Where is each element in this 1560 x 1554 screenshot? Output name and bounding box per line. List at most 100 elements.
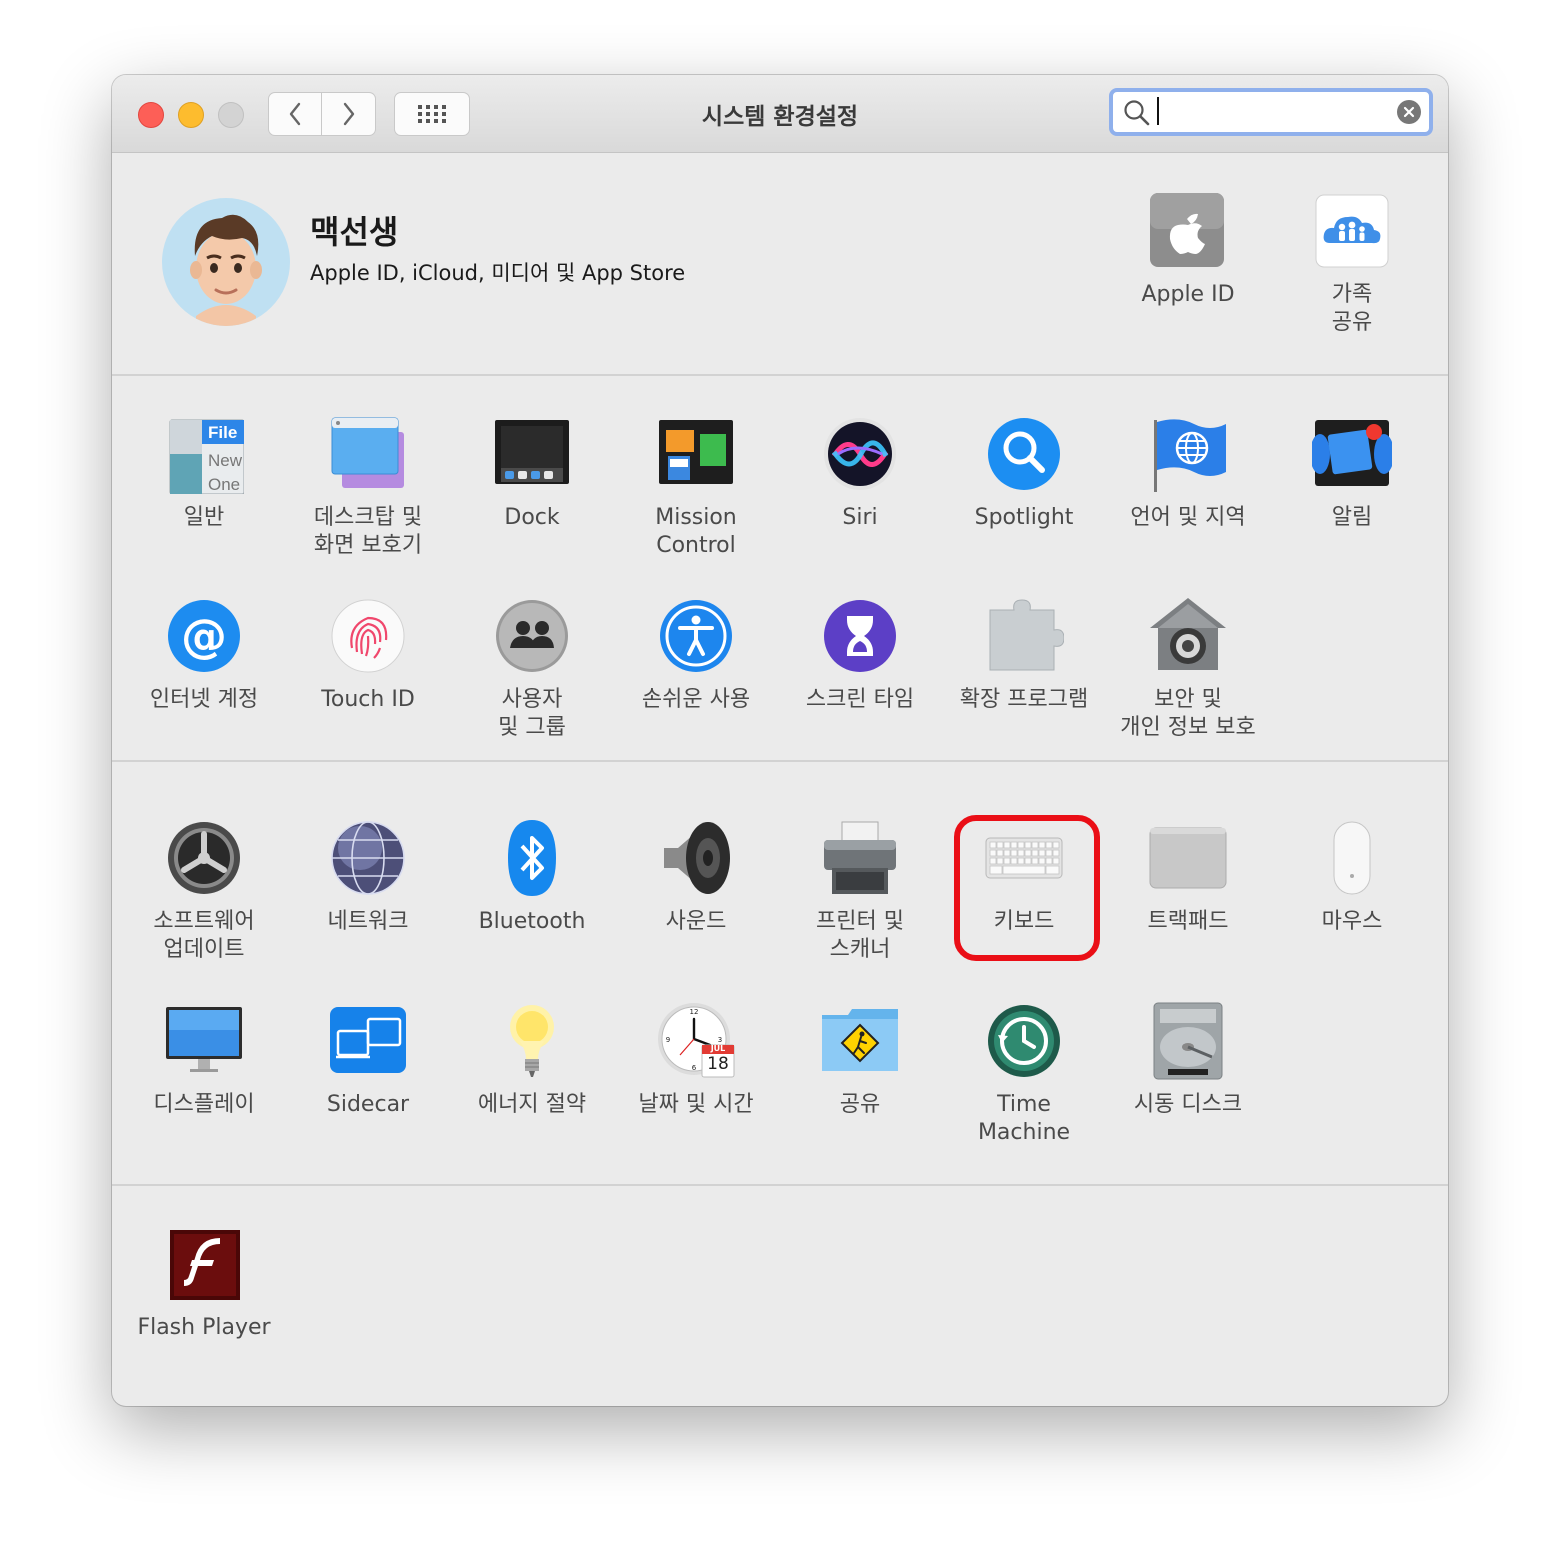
pane-label: 데스크탑 및 화면 보호기 [313, 505, 423, 558]
pane-users-groups[interactable]: 사용자 및 그룹 [450, 596, 614, 742]
pane-label: 일반 [183, 505, 225, 530]
pane-label: 트랙패드 [1147, 909, 1229, 934]
pane-displays[interactable]: 디스플레이 [122, 1001, 286, 1119]
pane-label: 스크린 타임 [805, 687, 915, 712]
back-button[interactable] [268, 92, 322, 136]
pane-notifications[interactable]: 알림 [1270, 414, 1434, 532]
pane-label: 보안 및 개인 정보 보호 [1120, 687, 1256, 740]
text-cursor [1157, 97, 1159, 125]
pane-label: 에너지 절약 [477, 1092, 587, 1117]
pane-bluetooth[interactable]: Bluetooth [450, 818, 614, 936]
pane-general[interactable]: File New One 일반 [122, 414, 286, 532]
notifications-icon [1310, 414, 1394, 494]
users-groups-icon [492, 596, 572, 676]
pane-dock[interactable]: Dock [450, 414, 614, 532]
close-icon [1403, 106, 1415, 118]
minimize-window-button[interactable] [178, 102, 204, 128]
pane-internet-accounts[interactable]: @ 인터넷 계정 [122, 596, 286, 714]
user-subtitle: Apple ID, iCloud, 미디어 및 App Store [310, 261, 686, 285]
personal-preferences-section: File New One 일반 데스크탑 및 화면 보호기 Dock Missi… [112, 375, 1448, 762]
pane-accessibility[interactable]: 손쉬운 사용 [614, 596, 778, 714]
pane-flash-player[interactable]: Flash Player [122, 1224, 286, 1342]
memoji-avatar-icon [190, 214, 262, 326]
zoom-window-button[interactable] [218, 102, 244, 128]
startup-disk-icon [1148, 1001, 1228, 1081]
user-name: 맥선생 [310, 213, 399, 251]
pane-printers-scanners[interactable]: 프린터 및 스캐너 [778, 818, 942, 964]
clear-search-button[interactable] [1397, 100, 1421, 124]
pane-label: 날짜 및 시간 [638, 1092, 754, 1117]
time-machine-icon [984, 1001, 1064, 1081]
pane-mission-control[interactable]: Mission Control [614, 414, 778, 560]
accessibility-icon [656, 596, 736, 676]
mouse-icon [1312, 818, 1392, 898]
energy-saver-icon [492, 1001, 572, 1081]
navigation-buttons [268, 92, 378, 136]
network-icon [328, 818, 408, 898]
pane-time-machine[interactable]: Time Machine [942, 1001, 1106, 1147]
pane-label: 가족 공유 [1331, 282, 1373, 335]
pane-label: Dock [504, 505, 560, 530]
pane-date-time[interactable]: 12 3 6 9 JUL 18 날짜 및 시간 [614, 1001, 778, 1119]
pane-language-region[interactable]: 언어 및 지역 [1106, 414, 1270, 532]
svg-text:File: File [208, 423, 237, 442]
language-region-icon [1148, 414, 1228, 494]
spotlight-icon [984, 414, 1064, 494]
system-preferences-window: 시스템 환경설정 맥선생 Apple ID, iCloud, 미디어 및 App… [112, 75, 1448, 1406]
title-bar: 시스템 환경설정 [112, 75, 1448, 153]
grid-icon [418, 105, 446, 123]
pane-software-update[interactable]: 소프트웨어 업데이트 [122, 818, 286, 964]
pane-label: Time Machine [977, 1092, 1071, 1145]
chevron-left-icon [289, 102, 301, 126]
extensions-icon [984, 596, 1065, 676]
pane-security-privacy[interactable]: 보안 및 개인 정보 보호 [1106, 596, 1270, 742]
desktop-screensaver-icon [328, 414, 408, 494]
pane-sound[interactable]: 사운드 [614, 818, 778, 936]
pane-screen-time[interactable]: 스크린 타임 [778, 596, 942, 714]
family-sharing-icon [1312, 191, 1392, 271]
screen-time-icon [820, 596, 900, 676]
pane-siri[interactable]: Siri [778, 414, 942, 532]
pane-touch-id[interactable]: Touch ID [286, 596, 450, 714]
keyboard-highlight-box [954, 815, 1100, 961]
pane-family-sharing[interactable]: 가족 공유 [1270, 191, 1434, 337]
pane-label: Bluetooth [478, 909, 586, 934]
svg-text:6: 6 [692, 1064, 697, 1072]
pane-label: 사용자 및 그룹 [498, 687, 566, 740]
pane-spotlight[interactable]: Spotlight [942, 414, 1106, 532]
pane-energy-saver[interactable]: 에너지 절약 [450, 1001, 614, 1119]
general-icon: File New One [164, 414, 245, 495]
pane-extensions[interactable]: 확장 프로그램 [942, 596, 1106, 714]
other-section: Flash Player [112, 1186, 1448, 1406]
forward-button[interactable] [322, 92, 376, 136]
user-section: 맥선생 Apple ID, iCloud, 미디어 및 App Store Ap… [112, 153, 1448, 376]
pane-label: Apple ID [1141, 282, 1235, 307]
pane-sidecar[interactable]: Sidecar [286, 1001, 450, 1119]
security-privacy-icon [1148, 596, 1228, 676]
printers-scanners-icon [820, 818, 900, 898]
pane-mouse[interactable]: 마우스 [1270, 818, 1434, 936]
pane-label: 시동 디스크 [1133, 1092, 1243, 1117]
pane-label: 확장 프로그램 [959, 687, 1089, 712]
pane-label: 알림 [1331, 505, 1373, 530]
pane-apple-id[interactable]: Apple ID [1106, 191, 1270, 309]
pane-trackpad[interactable]: 트랙패드 [1106, 818, 1270, 936]
pane-startup-disk[interactable]: 시동 디스크 [1106, 1001, 1270, 1119]
avatar[interactable] [162, 198, 290, 326]
pane-label: Mission Control [655, 505, 737, 558]
search-field[interactable] [1109, 88, 1433, 136]
dock-icon [492, 414, 572, 494]
pane-label: 마우스 [1321, 909, 1383, 934]
search-input[interactable] [1159, 98, 1393, 128]
close-window-button[interactable] [138, 102, 164, 128]
date-time-icon: 12 3 6 9 JUL 18 [656, 1001, 736, 1081]
show-all-button[interactable] [394, 92, 470, 136]
hardware-section: 소프트웨어 업데이트 네트워크 Bluetooth 사운드 프린터 및 스캐너 … [112, 762, 1448, 1186]
pane-sharing[interactable]: 공유 [778, 1001, 942, 1119]
pane-label: Sidecar [326, 1092, 410, 1117]
calendar-day: 18 [707, 1054, 729, 1074]
siri-icon [820, 414, 900, 494]
pane-desktop-screensaver[interactable]: 데스크탑 및 화면 보호기 [286, 414, 450, 560]
displays-icon [164, 1001, 244, 1081]
pane-network[interactable]: 네트워크 [286, 818, 450, 936]
